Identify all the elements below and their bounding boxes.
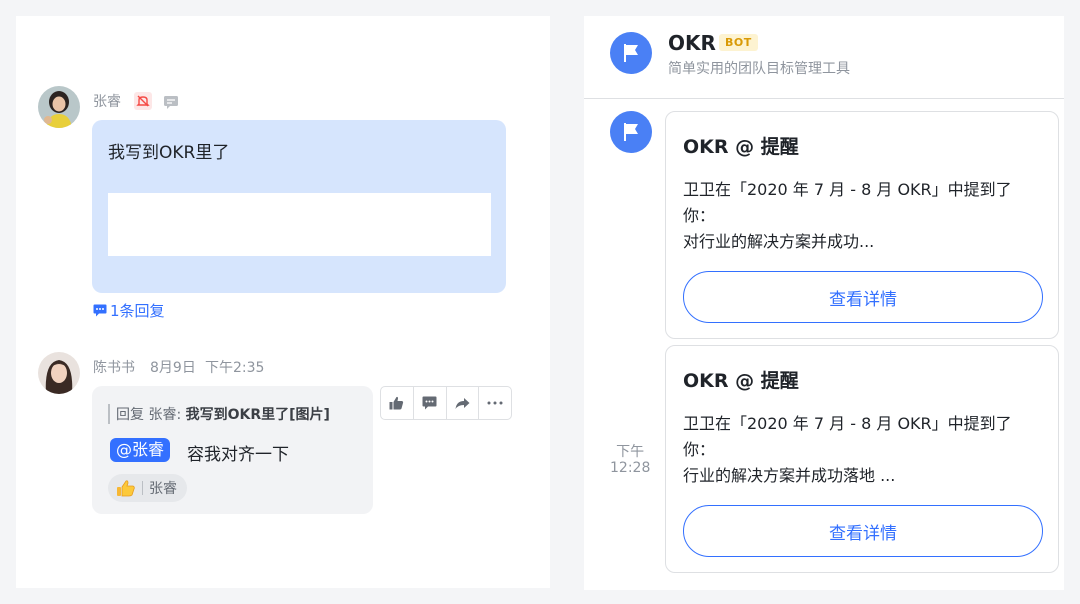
- message-text: 容我对齐一下: [187, 445, 289, 465]
- bot-message-avatar[interactable]: [610, 111, 652, 153]
- card-text-line: 你：: [683, 440, 716, 459]
- card-title: OKR @ 提醒: [683, 370, 799, 392]
- bot-name: OKR: [668, 31, 716, 55]
- thumbs-up-icon: [389, 396, 404, 410]
- mention-tag[interactable]: @张睿: [110, 438, 171, 462]
- view-details-button[interactable]: 查看详情: [683, 505, 1043, 557]
- timestamp-clock: 12:28: [610, 460, 651, 476]
- okr-mention-card: OKR @ 提醒 卫卫在「2020 年 7 月 - 8 月 OKR」中提到了 你…: [665, 345, 1059, 573]
- sender-name: 张睿: [93, 94, 121, 110]
- message-action-bar: [380, 386, 512, 420]
- message-timestamp: 下午 12:28: [610, 444, 650, 476]
- reaction-user: 张睿: [149, 481, 177, 497]
- card-text-line: 对行业的解决方案并成功...: [683, 232, 875, 251]
- bot-avatar[interactable]: [610, 32, 652, 74]
- more-icon: [487, 401, 503, 405]
- like-button[interactable]: [381, 387, 414, 419]
- reply-icon: [93, 304, 107, 317]
- comment-icon: [422, 396, 437, 410]
- chat-panel: 张睿 我写到OKR里了 1条回复 陈书书 8月9日 下午2:35 回复 张睿: …: [16, 16, 550, 588]
- header-divider: [584, 98, 1064, 99]
- message-time: 下午2:35: [205, 360, 265, 376]
- timestamp-period: 下午: [616, 444, 645, 460]
- quote-content: 我写到OKR里了[图片]: [185, 407, 330, 423]
- comment-button[interactable]: [414, 387, 447, 419]
- avatar-chenshushu[interactable]: [38, 352, 80, 394]
- okr-mention-card: OKR @ 提醒 卫卫在「2020 年 7 月 - 8 月 OKR」中提到了 你…: [665, 111, 1059, 339]
- reaction-chip[interactable]: 张睿: [108, 474, 187, 502]
- flag-icon: [624, 44, 638, 62]
- card-title: OKR @ 提醒: [683, 136, 799, 158]
- quote-block[interactable]: 回复 张睿: 我写到OKR里了[图片]: [108, 404, 330, 424]
- quote-prefix: 回复 张睿:: [116, 407, 186, 423]
- bot-chat-panel: OKR BOT 简单实用的团队目标管理工具 OKR @ 提醒 卫卫在「2020 …: [584, 16, 1064, 590]
- thumbs-up-emoji-icon: [117, 480, 135, 497]
- sender-name: 陈书书: [93, 360, 135, 376]
- reply-bubble[interactable]: 回复 张睿: 我写到OKR里了[图片] @张睿 容我对齐一下 张睿: [92, 386, 373, 514]
- card-text-line: 你：: [683, 206, 716, 225]
- message-text: 我写到OKR里了: [108, 143, 230, 163]
- card-text-line: 行业的解决方案并成功落地 ...: [683, 466, 896, 485]
- share-button[interactable]: [447, 387, 480, 419]
- mute-icon: [134, 92, 152, 110]
- reply-count-link[interactable]: 1条回复: [93, 300, 165, 321]
- view-details-button[interactable]: 查看详情: [683, 271, 1043, 323]
- image-attachment[interactable]: [108, 193, 491, 256]
- bot-badge: BOT: [719, 34, 758, 51]
- message-icon: [163, 94, 179, 109]
- flag-icon: [624, 123, 638, 141]
- message-bubble[interactable]: 我写到OKR里了: [92, 120, 506, 293]
- reply-count-label: 1条回复: [110, 302, 165, 320]
- reaction-divider: [142, 481, 143, 495]
- more-button[interactable]: [479, 387, 511, 419]
- share-icon: [455, 397, 470, 409]
- message-date: 8月9日: [150, 360, 196, 376]
- card-text-line: 卫卫在「2020 年 7 月 - 8 月 OKR」中提到了: [683, 180, 1012, 199]
- bot-description: 简单实用的团队目标管理工具: [668, 61, 850, 77]
- avatar-zhangrui[interactable]: [38, 86, 80, 128]
- card-text-line: 卫卫在「2020 年 7 月 - 8 月 OKR」中提到了: [683, 414, 1012, 433]
